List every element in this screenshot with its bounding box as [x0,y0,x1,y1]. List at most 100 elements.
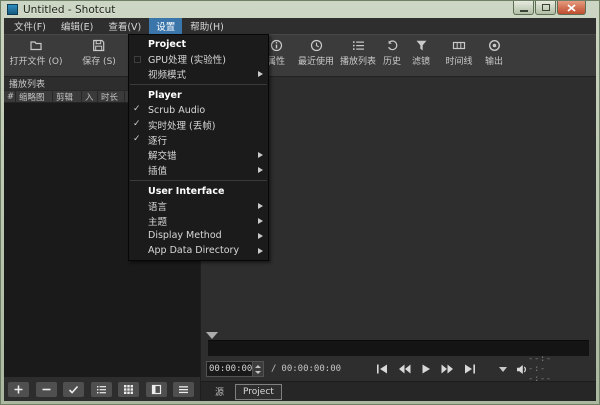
content-area: 播放列表 # 缩略图 剪辑 入 时长 开始 [4,77,596,401]
skip-to-end-icon[interactable] [464,364,476,374]
filters-icon [414,39,427,52]
hamburger-menu-icon [178,384,189,395]
seek-area [201,331,596,357]
rewind-icon[interactable] [398,364,411,374]
submenu-arrow-icon [258,71,263,77]
menu-separator [130,180,267,181]
menu-item-video-mode[interactable]: 视频模式 [129,67,268,82]
playlist-icon [351,39,364,52]
submenu-arrow-icon [258,233,263,239]
menu-help[interactable]: 帮助(H) [183,18,231,34]
player-menu-dropdown-icon[interactable] [499,367,507,372]
menu-file[interactable]: 文件(F) [7,18,53,34]
view-details-icon [96,384,107,395]
timeline-button[interactable]: 时间线 [445,39,472,67]
app-window: Untitled - Shotcut 文件(F) 编辑(E) 查看(V) 设置 … [0,0,600,405]
export-button[interactable]: 输出 [485,39,503,67]
checkmark-icon: ✓ [133,119,141,129]
submenu-arrow-icon [258,248,263,254]
settings-dropdown-menu: Project GPU处理 (实验性) 视频模式 Player ✓ Scrub … [128,34,269,261]
window-controls [512,1,586,15]
history-icon [385,39,398,52]
menu-item-interpolation[interactable]: 插值 [129,162,268,177]
menu-item-display-method[interactable]: Display Method [129,229,268,244]
menu-section-player: Player [129,88,268,103]
open-file-button[interactable]: 打开文件 (O) [10,39,63,67]
save-button[interactable]: 保存 (S) [82,39,116,67]
fast-forward-icon[interactable] [441,364,454,374]
open-file-icon [30,39,43,52]
column-header-duration[interactable]: 时长 [98,91,125,102]
history-button[interactable]: 历史 [383,39,401,67]
maximize-button[interactable] [535,1,556,15]
spinner-up-icon [255,365,261,368]
menu-separator [130,84,267,85]
recent-button[interactable]: 最近使用 [298,39,334,67]
menu-edit[interactable]: 编辑(E) [54,18,100,34]
column-header-in[interactable]: 入 [82,91,98,102]
position-timecode-value[interactable]: 00:00:00:00 [207,362,252,376]
menu-item-theme[interactable]: 主题 [129,214,268,229]
close-icon [567,4,576,12]
view-tiles-button[interactable] [146,382,167,397]
timecode-spinner[interactable] [252,362,263,376]
playlist-button[interactable]: 播放列表 [340,39,376,67]
titlebar: Untitled - Shotcut [1,1,599,18]
menu-item-language[interactable]: 语言 [129,199,268,214]
skip-to-start-icon[interactable] [376,364,388,374]
menu-item-app-data-directory[interactable]: App Data Directory [129,243,268,258]
play-icon[interactable] [421,364,431,374]
menu-view[interactable]: 查看(V) [101,18,148,34]
menu-item-progressive[interactable]: ✓ 逐行 [129,133,268,148]
submenu-arrow-icon [258,167,263,173]
menu-item-gpu-processing[interactable]: GPU处理 (实验性) [129,52,268,67]
menu-item-realtime[interactable]: ✓ 实时处理 (丢帧) [129,118,268,133]
total-duration-value: 00:00:00:00 [281,364,341,374]
shotcut-logo-icon [7,4,18,15]
tab-project[interactable]: Project [235,384,282,400]
minimize-button[interactable] [513,1,534,15]
view-icons-button[interactable] [118,382,139,397]
spinner-down-icon [255,371,261,374]
menu-item-deinterlacer[interactable]: 解交错 [129,148,268,163]
tab-source[interactable]: 源 [208,384,231,400]
playlist-menu-button[interactable] [173,382,194,397]
menu-item-scrub-audio[interactable]: ✓ Scrub Audio [129,103,268,118]
maximize-icon [542,4,550,11]
add-icon [13,384,24,395]
view-tiles-icon [151,384,162,395]
filters-button[interactable]: 滤镜 [412,39,430,67]
selected-duration-value: --:--:--:-- [528,354,553,384]
main-toolbar: 打开文件 (O) 保存 (S) 属性 最近使用 播放列表 历史 [4,34,596,77]
minimize-icon [520,10,528,12]
app-surface: 文件(F) 编辑(E) 查看(V) 设置 帮助(H) 打开文件 (O) 保存 (… [4,18,596,401]
player-tabs: 源 Project [201,381,596,401]
column-header-index[interactable]: # [4,91,16,102]
seek-bar[interactable] [208,340,589,356]
playlist-toolbar [4,377,200,401]
column-header-thumbnail[interactable]: 缩略图 [16,91,53,102]
checkmark-icon: ✓ [133,104,141,114]
view-details-button[interactable] [91,382,112,397]
recent-icon [309,39,322,52]
playhead-triangle-icon[interactable] [206,332,218,339]
remove-icon [41,384,52,395]
transport-buttons [376,364,476,374]
add-button[interactable] [8,382,29,397]
volume-button[interactable] [516,364,528,375]
checkmark-icon: ✓ [133,134,141,144]
close-button[interactable] [557,1,586,15]
column-header-clip[interactable]: 剪辑 [53,91,82,102]
position-timecode-field[interactable]: 00:00:00:00 [206,361,264,377]
properties-button[interactable]: 属性 [267,39,285,67]
menu-section-user-interface: User Interface [129,184,268,199]
window-title: Untitled - Shotcut [23,4,115,16]
menu-settings[interactable]: 设置 [149,18,182,34]
timecode-separator: / [271,364,276,374]
save-icon [92,39,105,52]
volume-icon [516,364,528,375]
update-button[interactable] [63,382,84,397]
remove-button[interactable] [36,382,57,397]
transport-controls: 00:00:00:00 / 00:00:00:00 [201,357,596,381]
submenu-arrow-icon [258,203,263,209]
